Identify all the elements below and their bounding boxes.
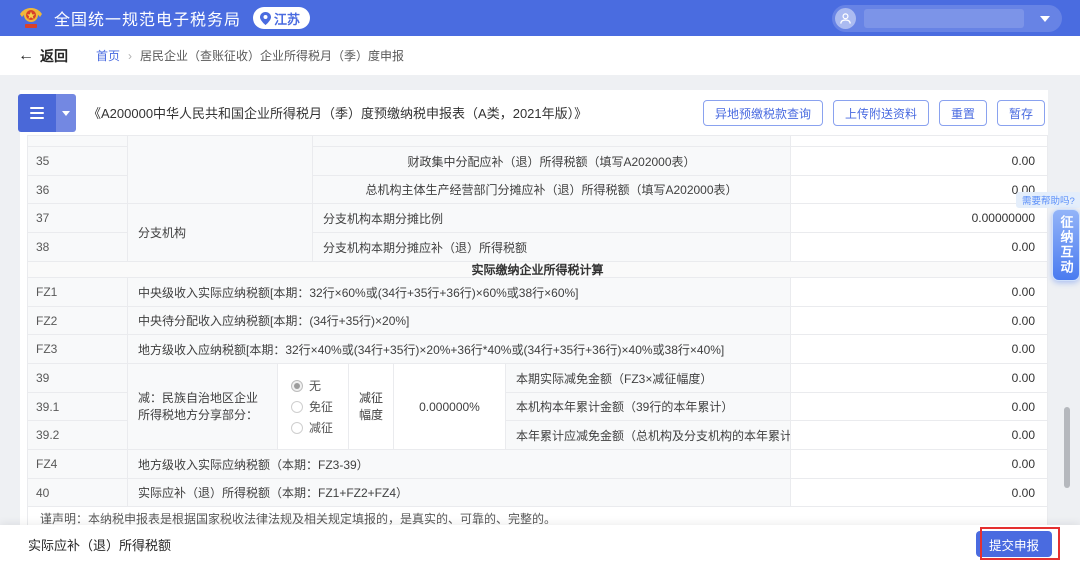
top-bar: 全国统一规范电子税务局 江苏	[0, 0, 1080, 36]
row-desc: 实际应补（退）所得税额（本期：FZ1+FZ2+FZ4）	[128, 479, 791, 507]
save-draft-button[interactable]: 暂存	[997, 100, 1045, 126]
chevron-down-icon[interactable]	[1040, 16, 1050, 22]
value-field[interactable]: 0.00	[791, 335, 1047, 364]
row-number: 37	[28, 204, 128, 233]
row-desc: 地方级收入应纳税额[本期：32行×40%或(34行+35行)×20%+36行*4…	[128, 335, 791, 364]
table-cell	[791, 136, 1047, 147]
table-block-fz: FZ1 中央级收入实际应纳税额[本期：32行×60%或(34行+35行+36行)…	[28, 278, 1047, 364]
table-block-bottom: FZ4 地方级收入实际应纳税额（本期：FZ3-39） 0.00 40 实际应补（…	[28, 450, 1047, 507]
value-field[interactable]: 0.00	[791, 147, 1047, 176]
breadcrumb-separator: ›	[128, 49, 132, 63]
user-menu[interactable]	[832, 5, 1062, 32]
user-avatar-icon	[835, 8, 856, 29]
row-desc: 中央级收入实际应纳税额[本期：32行×60%或(34行+35行+36行)×60%…	[128, 278, 791, 307]
breadcrumb: 首页 › 居民企业（查账征收）企业所得税月（季）度申报	[96, 47, 404, 64]
form-title: 《A200000中华人民共和国企业所得税月（季）度预缴纳税申报表（A类，2021…	[88, 90, 587, 135]
region-label: 江苏	[274, 9, 300, 28]
back-button[interactable]: ← 返回	[18, 46, 68, 66]
breadcrumb-current: 居民企业（查账征收）企业所得税月（季）度申报	[140, 47, 404, 64]
back-arrow-icon: ←	[18, 47, 34, 65]
row-desc: 地方级收入实际应纳税额（本期：FZ3-39）	[128, 450, 791, 479]
toolbar-buttons: 异地预缴税款查询 上传附送资料 重置 暂存	[703, 100, 1045, 126]
row-desc: 中央待分配收入应纳税额[本期：(34行+35行)×20%]	[128, 307, 791, 335]
row-number: FZ3	[28, 335, 128, 364]
declaration-text: 谨声明：本纳税申报表是根据国家税收法律法规及相关规定填报的，是真实的、可靠的、完…	[28, 507, 1047, 525]
footer-bar: 实际应补（退）所得税额 提交申报	[0, 525, 1080, 563]
row-desc: 分支机构本期分摊应补（退）所得税额	[313, 233, 791, 262]
page: 全国统一规范电子税务局 江苏 ← 返回 首页 › 居民企业（查账征收）企业所得税…	[0, 0, 1080, 563]
tax-form-table: 总机构 35 财政集中分配应补（退）所得税额（填写A202000表） 0.00 …	[27, 135, 1048, 525]
submit-declaration-button[interactable]: 提交申报	[976, 531, 1052, 557]
form-menu-button[interactable]	[18, 94, 76, 132]
value-field[interactable]: 0.00	[791, 233, 1047, 262]
reduction-radio-group: 无 免征 减征	[278, 364, 349, 450]
category-cell-headquarters: 总机构	[128, 136, 313, 204]
row-number: 40	[28, 479, 128, 507]
row-number: 38	[28, 233, 128, 262]
row-desc: 财政集中分配应补（退）所得税额（填写A202000表）	[313, 147, 791, 176]
row-number: 35	[28, 147, 128, 176]
radio-option-none[interactable]: 无	[291, 377, 321, 394]
breadcrumb-bar: ← 返回 首页 › 居民企业（查账征收）企业所得税月（季）度申报	[0, 36, 1080, 75]
app-title: 全国统一规范电子税务局	[54, 6, 241, 30]
value-field[interactable]: 0.00	[791, 450, 1047, 479]
value-field[interactable]: 0.00	[791, 307, 1047, 335]
reduction-label: 减：民族自治地区企业所得税地方分享部分：	[128, 364, 278, 450]
category-cell-branch: 分支机构	[128, 204, 313, 262]
row-number: FZ4	[28, 450, 128, 479]
radio-icon[interactable]	[291, 380, 303, 392]
category-label: 总机构	[138, 136, 174, 139]
table-cell	[28, 136, 128, 147]
rate-value-field[interactable]: 0.000000%	[394, 364, 506, 450]
row-desc: 分支机构本期分摊比例	[313, 204, 791, 233]
breadcrumb-home[interactable]: 首页	[96, 47, 120, 64]
row-number: 36	[28, 176, 128, 204]
row-number: 39.1	[28, 393, 128, 421]
section-header: 实际缴纳企业所得税计算	[28, 262, 1047, 278]
value-field[interactable]: 0.00	[791, 393, 1047, 421]
value-field[interactable]: 0.00	[791, 176, 1047, 204]
row-desc: 本机构本年累计金额（39行的本年累计）	[506, 393, 791, 421]
reset-button[interactable]: 重置	[939, 100, 987, 126]
table-block-ethnic-reduction: 39 减：民族自治地区企业所得税地方分享部分： 无 免征 减征 减征幅度 0.0…	[28, 364, 1047, 450]
form-card: 《A200000中华人民共和国企业所得税月（季）度预缴纳税申报表（A类，2021…	[20, 90, 1048, 525]
help-tooltip: 需要帮助吗?	[1016, 192, 1080, 208]
hamburger-icon[interactable]	[18, 94, 56, 132]
row-number: FZ1	[28, 278, 128, 307]
value-field[interactable]: 0.00000000	[791, 204, 1047, 233]
row-desc: 总机构主体生产经营部门分摊应补（退）所得税额（填写A202000表）	[313, 176, 791, 204]
value-field[interactable]: 0.00	[791, 364, 1047, 393]
region-badge[interactable]: 江苏	[253, 7, 310, 29]
radio-option-exempt[interactable]: 免征	[291, 398, 333, 415]
table-block-headquarters: 总机构 35 财政集中分配应补（退）所得税额（填写A202000表） 0.00 …	[28, 136, 1047, 204]
menu-caret-button[interactable]	[56, 94, 76, 132]
remote-prepaid-tax-query-button[interactable]: 异地预缴税款查询	[703, 100, 823, 126]
radio-option-reduce[interactable]: 减征	[291, 419, 333, 436]
interaction-side-tab[interactable]: 征纳互动	[1052, 209, 1080, 281]
chevron-down-icon	[62, 111, 70, 116]
row-number: 39	[28, 364, 128, 393]
vertical-scrollbar[interactable]	[1064, 407, 1070, 488]
table-cell	[313, 136, 791, 147]
value-field[interactable]: 0.00	[791, 479, 1047, 507]
value-field[interactable]: 0.00	[791, 278, 1047, 307]
upload-attachment-button[interactable]: 上传附送资料	[833, 100, 929, 126]
footer-summary-label: 实际应补（退）所得税额	[28, 525, 171, 563]
location-pin-icon	[260, 12, 271, 25]
back-label: 返回	[40, 46, 68, 66]
tax-bureau-logo-icon	[18, 4, 44, 32]
row-number: FZ2	[28, 307, 128, 335]
rate-label: 减征幅度	[349, 364, 394, 450]
row-desc: 本年累计应减免金额（总机构及分支机构的本年累计，总机构填报）	[506, 421, 791, 450]
row-desc: 本期实际减免金额（FZ3×减征幅度）	[506, 364, 791, 393]
value-field[interactable]: 0.00	[791, 421, 1047, 450]
table-block-branch: 37 分支机构 分支机构本期分摊比例 0.00000000 38 分支机构本期分…	[28, 204, 1047, 262]
user-name-redacted	[864, 9, 1024, 28]
radio-icon[interactable]	[291, 401, 303, 413]
radio-icon[interactable]	[291, 422, 303, 434]
row-number: 39.2	[28, 421, 128, 450]
